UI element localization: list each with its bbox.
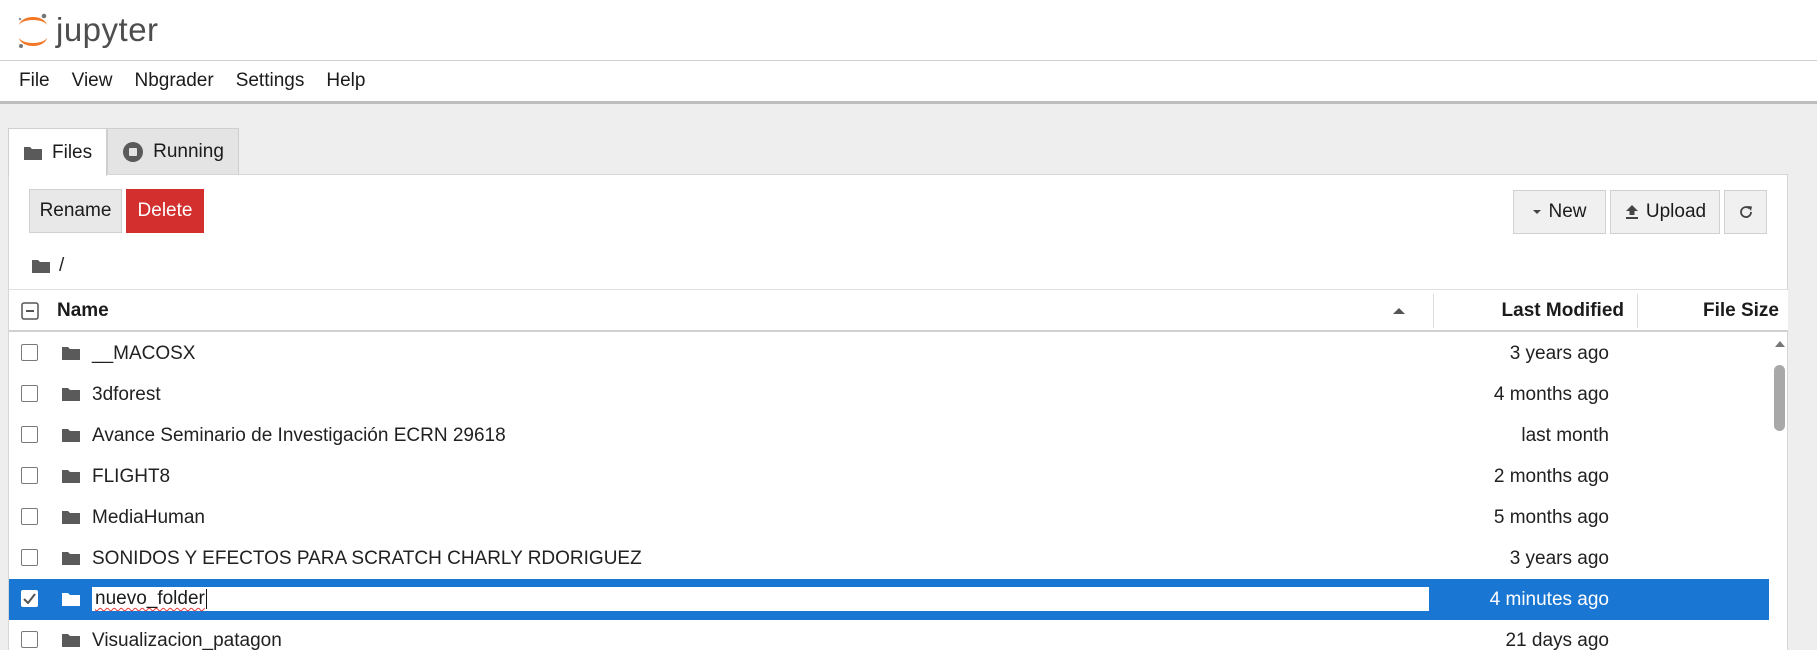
- menu-view[interactable]: View: [61, 61, 124, 101]
- file-name[interactable]: 3dforest: [92, 374, 161, 415]
- listing-header: Name Last Modified File Size: [9, 289, 1788, 332]
- new-button[interactable]: New: [1513, 190, 1606, 234]
- jupyter-logo[interactable]: jupyter: [16, 8, 159, 52]
- list-item[interactable]: Avance Seminario de Investigación ECRN 2…: [9, 415, 1769, 456]
- stop-circle-icon: [123, 142, 144, 162]
- file-browser-panel: Rename Delete New Upload / Name Last Mod…: [8, 174, 1788, 650]
- row-checkbox[interactable]: [21, 467, 38, 484]
- list-item-selected[interactable]: nuevo_folder 4 minutes ago: [9, 579, 1769, 620]
- upload-button[interactable]: Upload: [1610, 190, 1720, 234]
- rename-input-value: nuevo_folder: [95, 588, 205, 609]
- row-checkbox[interactable]: [21, 549, 38, 566]
- scroll-up-arrow-icon[interactable]: [1774, 339, 1786, 349]
- file-modified: 3 years ago: [1509, 547, 1609, 569]
- file-name[interactable]: MediaHuman: [92, 497, 205, 538]
- delete-button[interactable]: Delete: [126, 189, 204, 233]
- tab-files-label: Files: [52, 141, 93, 163]
- file-name[interactable]: Avance Seminario de Investigación ECRN 2…: [92, 415, 506, 456]
- upload-icon: [1625, 205, 1638, 219]
- list-item[interactable]: SONIDOS Y EFECTOS PARA SCRATCH CHARLY RD…: [9, 538, 1769, 579]
- column-divider[interactable]: [1637, 294, 1638, 328]
- file-name[interactable]: __MACOSX: [92, 333, 195, 374]
- file-modified: 4 months ago: [1493, 383, 1609, 405]
- scrollbar-thumb[interactable]: [1774, 365, 1785, 431]
- file-name[interactable]: SONIDOS Y EFECTOS PARA SCRATCH CHARLY RD…: [92, 538, 642, 579]
- minus-checkbox-icon: [21, 301, 39, 320]
- file-modified: 4 minutes ago: [1489, 588, 1609, 610]
- select-all-checkbox[interactable]: [21, 290, 39, 331]
- logo-text: jupyter: [56, 11, 159, 48]
- column-file-size[interactable]: File Size: [1649, 290, 1779, 331]
- rename-input[interactable]: nuevo_folder: [91, 586, 1430, 612]
- file-name[interactable]: FLIGHT8: [92, 456, 170, 497]
- file-modified: 2 months ago: [1493, 465, 1609, 487]
- folder-icon: [62, 470, 80, 483]
- row-checkbox[interactable]: [21, 344, 38, 361]
- folder-icon: [62, 429, 80, 442]
- file-modified: 21 days ago: [1505, 629, 1609, 650]
- breadcrumb-path[interactable]: /: [59, 255, 64, 277]
- folder-icon: [62, 593, 80, 606]
- text-caret: [205, 588, 207, 609]
- folder-icon: [24, 146, 42, 160]
- file-modified: 5 months ago: [1493, 506, 1609, 528]
- row-checkbox[interactable]: [21, 508, 38, 525]
- folder-icon: [62, 552, 80, 565]
- tab-files[interactable]: Files: [8, 128, 108, 176]
- list-item[interactable]: Visualizacion_patagon 21 days ago: [9, 620, 1769, 650]
- list-item[interactable]: FLIGHT8 2 months ago: [9, 456, 1769, 497]
- row-checkbox[interactable]: [21, 385, 38, 402]
- folder-icon: [62, 388, 80, 401]
- file-name[interactable]: Visualizacion_patagon: [92, 620, 282, 650]
- row-checkbox-checked[interactable]: [21, 590, 38, 607]
- row-checkbox[interactable]: [21, 426, 38, 443]
- list-item[interactable]: 3dforest 4 months ago: [9, 374, 1769, 415]
- refresh-button[interactable]: [1724, 190, 1767, 234]
- menu-help[interactable]: Help: [315, 61, 376, 101]
- folder-icon: [62, 511, 80, 524]
- tab-running-label: Running: [153, 141, 224, 162]
- checkmark-icon: [23, 593, 36, 604]
- folder-icon[interactable]: [31, 258, 51, 274]
- folder-icon: [62, 347, 80, 360]
- tab-running[interactable]: Running: [107, 128, 239, 175]
- column-last-modified[interactable]: Last Modified: [1434, 290, 1624, 331]
- list-item[interactable]: __MACOSX 3 years ago: [9, 333, 1769, 374]
- sort-ascending-icon[interactable]: [1392, 290, 1406, 331]
- caret-down-icon: [1533, 210, 1542, 214]
- menu-nbgrader[interactable]: Nbgrader: [123, 61, 224, 101]
- upload-button-label: Upload: [1645, 201, 1707, 222]
- app-header: jupyter: [0, 0, 1817, 61]
- rename-button[interactable]: Rename: [29, 189, 122, 233]
- vertical-scrollbar[interactable]: [1771, 335, 1787, 650]
- row-checkbox[interactable]: [21, 631, 38, 648]
- new-button-label: New: [1548, 201, 1587, 222]
- file-modified: last month: [1521, 424, 1609, 446]
- tab-bar: Files Running: [8, 128, 239, 176]
- refresh-icon: [1739, 206, 1752, 218]
- breadcrumb: /: [31, 251, 64, 281]
- jupyter-logo-icon: [18, 13, 47, 48]
- menu-settings[interactable]: Settings: [225, 61, 316, 101]
- folder-icon: [62, 634, 80, 647]
- file-list: __MACOSX 3 years ago 3dforest 4 months a…: [9, 333, 1769, 650]
- list-item[interactable]: MediaHuman 5 months ago: [9, 497, 1769, 538]
- file-modified: 3 years ago: [1509, 342, 1609, 364]
- menu-file[interactable]: File: [8, 61, 61, 101]
- menu-bar: File View Nbgrader Settings Help: [0, 61, 1817, 104]
- column-name[interactable]: Name: [57, 290, 109, 331]
